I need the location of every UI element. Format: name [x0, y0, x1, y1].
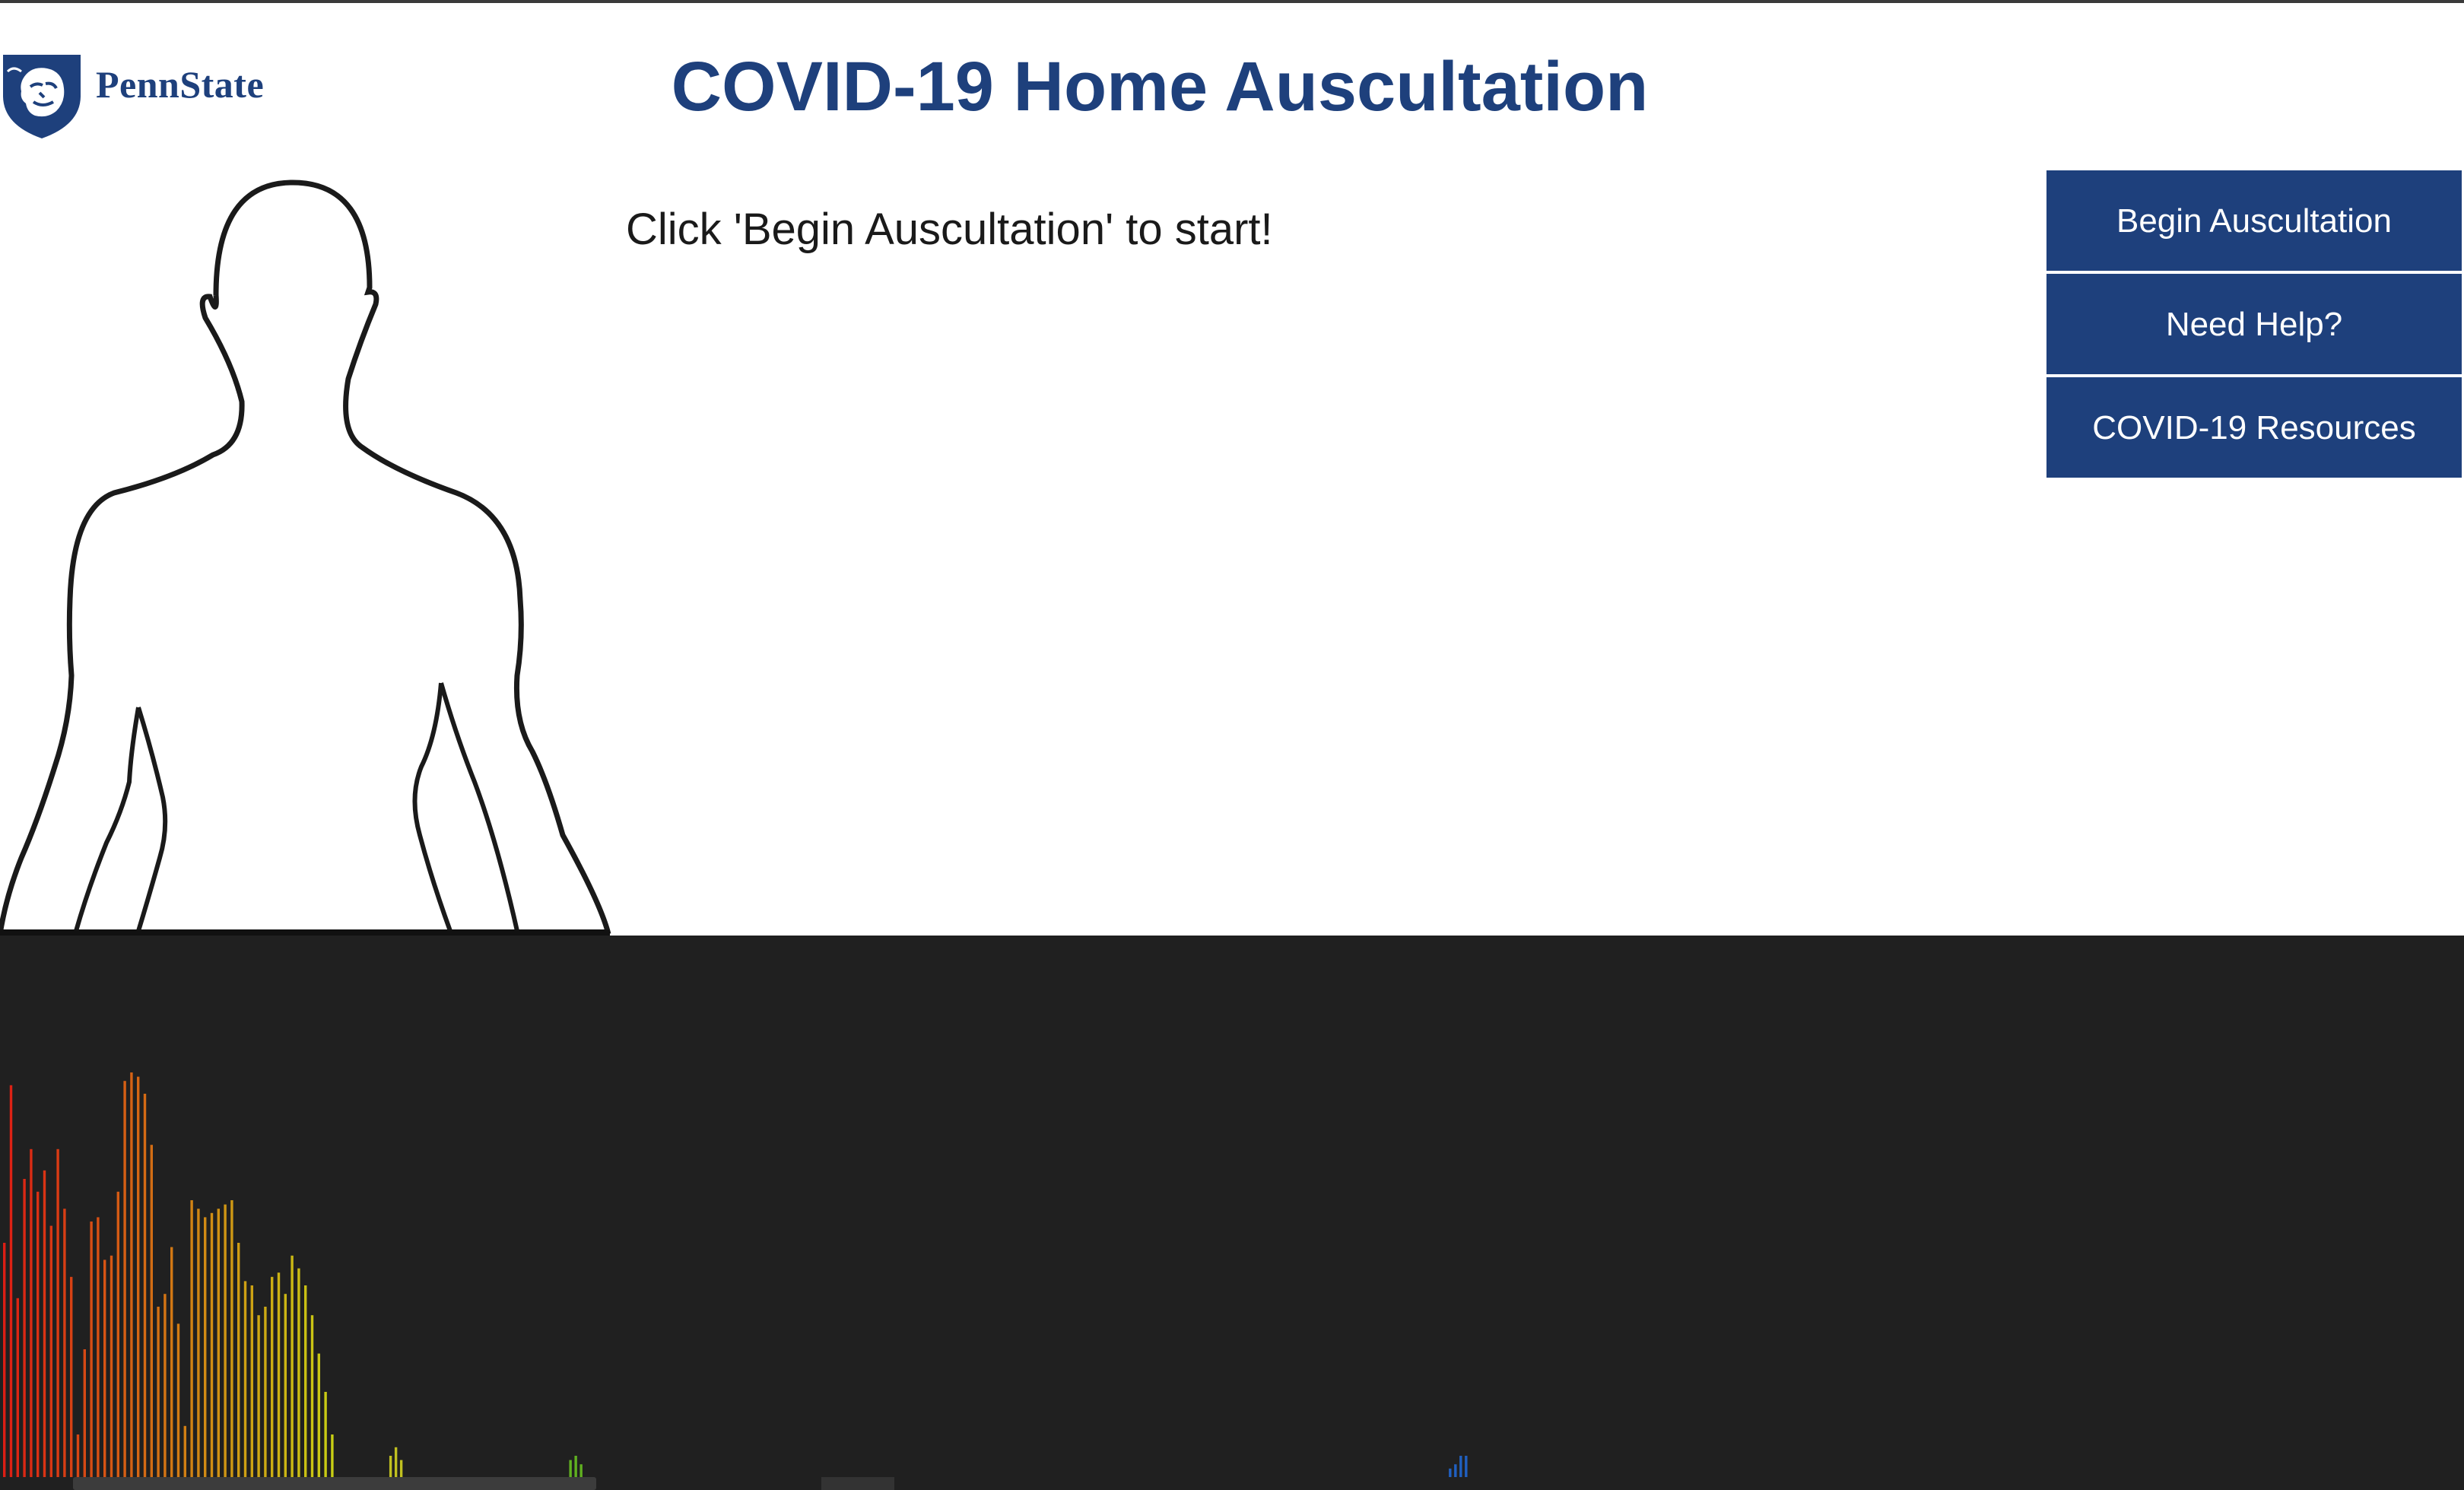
visualizer-bar [176, 1323, 180, 1477]
page-title: COVID-19 Home Auscultation [671, 48, 1649, 125]
visualizer-bar [310, 1315, 314, 1477]
visualizer-bar [23, 1179, 26, 1477]
body-silhouette[interactable] [0, 173, 616, 938]
visualizer-bar [389, 1456, 392, 1477]
visualizer-bar [210, 1212, 214, 1477]
visualizer-bar [230, 1200, 233, 1477]
visualizer-bar [1454, 1464, 1457, 1477]
visualizer-bar [264, 1307, 267, 1477]
visualizer-bar [1465, 1456, 1468, 1477]
visualizer-bar [9, 1085, 13, 1477]
visualizer-bar [76, 1434, 80, 1477]
visualizer-bar [317, 1353, 320, 1477]
visualizer-bar [90, 1222, 93, 1477]
visualizer-bar [569, 1460, 572, 1477]
visualizer-bar [143, 1094, 147, 1477]
instruction-text: Click 'Begin Auscultation' to start! [626, 205, 1273, 254]
visualizer-bar [204, 1217, 207, 1477]
visualizer-bar [43, 1170, 46, 1477]
visualizer-bar [83, 1349, 86, 1477]
visualizer-bar [237, 1243, 240, 1477]
visualizer-bar [103, 1260, 106, 1477]
visualizer-bar [257, 1315, 260, 1477]
visualizer-bar [56, 1148, 59, 1477]
window-top-border [0, 0, 2464, 3]
visualizer-bar [304, 1285, 307, 1477]
visualizer-bar [1459, 1456, 1462, 1477]
audio-visualizer [0, 936, 2464, 1490]
visualizer-bar [271, 1276, 274, 1477]
visualizer-bar [137, 1076, 140, 1477]
visualizer-bar [30, 1148, 33, 1477]
begin-auscultation-button[interactable]: Begin Auscultation [2046, 170, 2462, 271]
visualizer-bar [579, 1464, 583, 1477]
visualizer-bar [150, 1145, 153, 1477]
visualizer-bar [183, 1425, 186, 1477]
covid-resources-button[interactable]: COVID-19 Resources [2046, 377, 2462, 478]
visualizer-bar [37, 1191, 40, 1477]
visualizer-bar [331, 1434, 334, 1477]
visualizer-bar [399, 1460, 403, 1477]
visualizer-bar [16, 1298, 19, 1477]
scrollbar-segment[interactable] [821, 1477, 894, 1490]
visualizer-bar [291, 1255, 294, 1477]
visualizer-bar [110, 1255, 113, 1477]
visualizer-bar [164, 1294, 167, 1477]
visualizer-bar [170, 1247, 173, 1477]
visualizer-bar [157, 1307, 160, 1477]
visualizer-bar [394, 1447, 398, 1477]
visualizer-bar [197, 1209, 200, 1477]
visualizer-bar [1449, 1468, 1452, 1477]
visualizer-bar [217, 1209, 220, 1477]
visualizer-bar [130, 1072, 133, 1477]
visualizer-bar [324, 1392, 327, 1477]
need-help-button[interactable]: Need Help? [2046, 274, 2462, 374]
visualizer-bar [97, 1217, 100, 1477]
frequency-bars [3, 1072, 1468, 1477]
horizontal-scrollbar-thumb[interactable] [73, 1477, 596, 1490]
visualizer-bar [63, 1209, 66, 1477]
visualizer-bar [224, 1204, 227, 1477]
visualizer-bar [190, 1200, 193, 1477]
visualizer-bar [574, 1456, 577, 1477]
visualizer-bar [116, 1191, 119, 1477]
visualizer-bar [123, 1081, 126, 1477]
visualizer-bar [250, 1285, 253, 1477]
visualizer-bar [297, 1268, 300, 1477]
action-buttons: Begin Auscultation Need Help? COVID-19 R… [2046, 170, 2464, 481]
visualizer-bar [277, 1272, 281, 1477]
visualizer-bar [284, 1294, 287, 1477]
visualizer-bar [70, 1276, 73, 1477]
visualizer-bar [243, 1281, 247, 1477]
visualizer-bar [49, 1225, 52, 1477]
visualizer-bar [3, 1243, 6, 1477]
